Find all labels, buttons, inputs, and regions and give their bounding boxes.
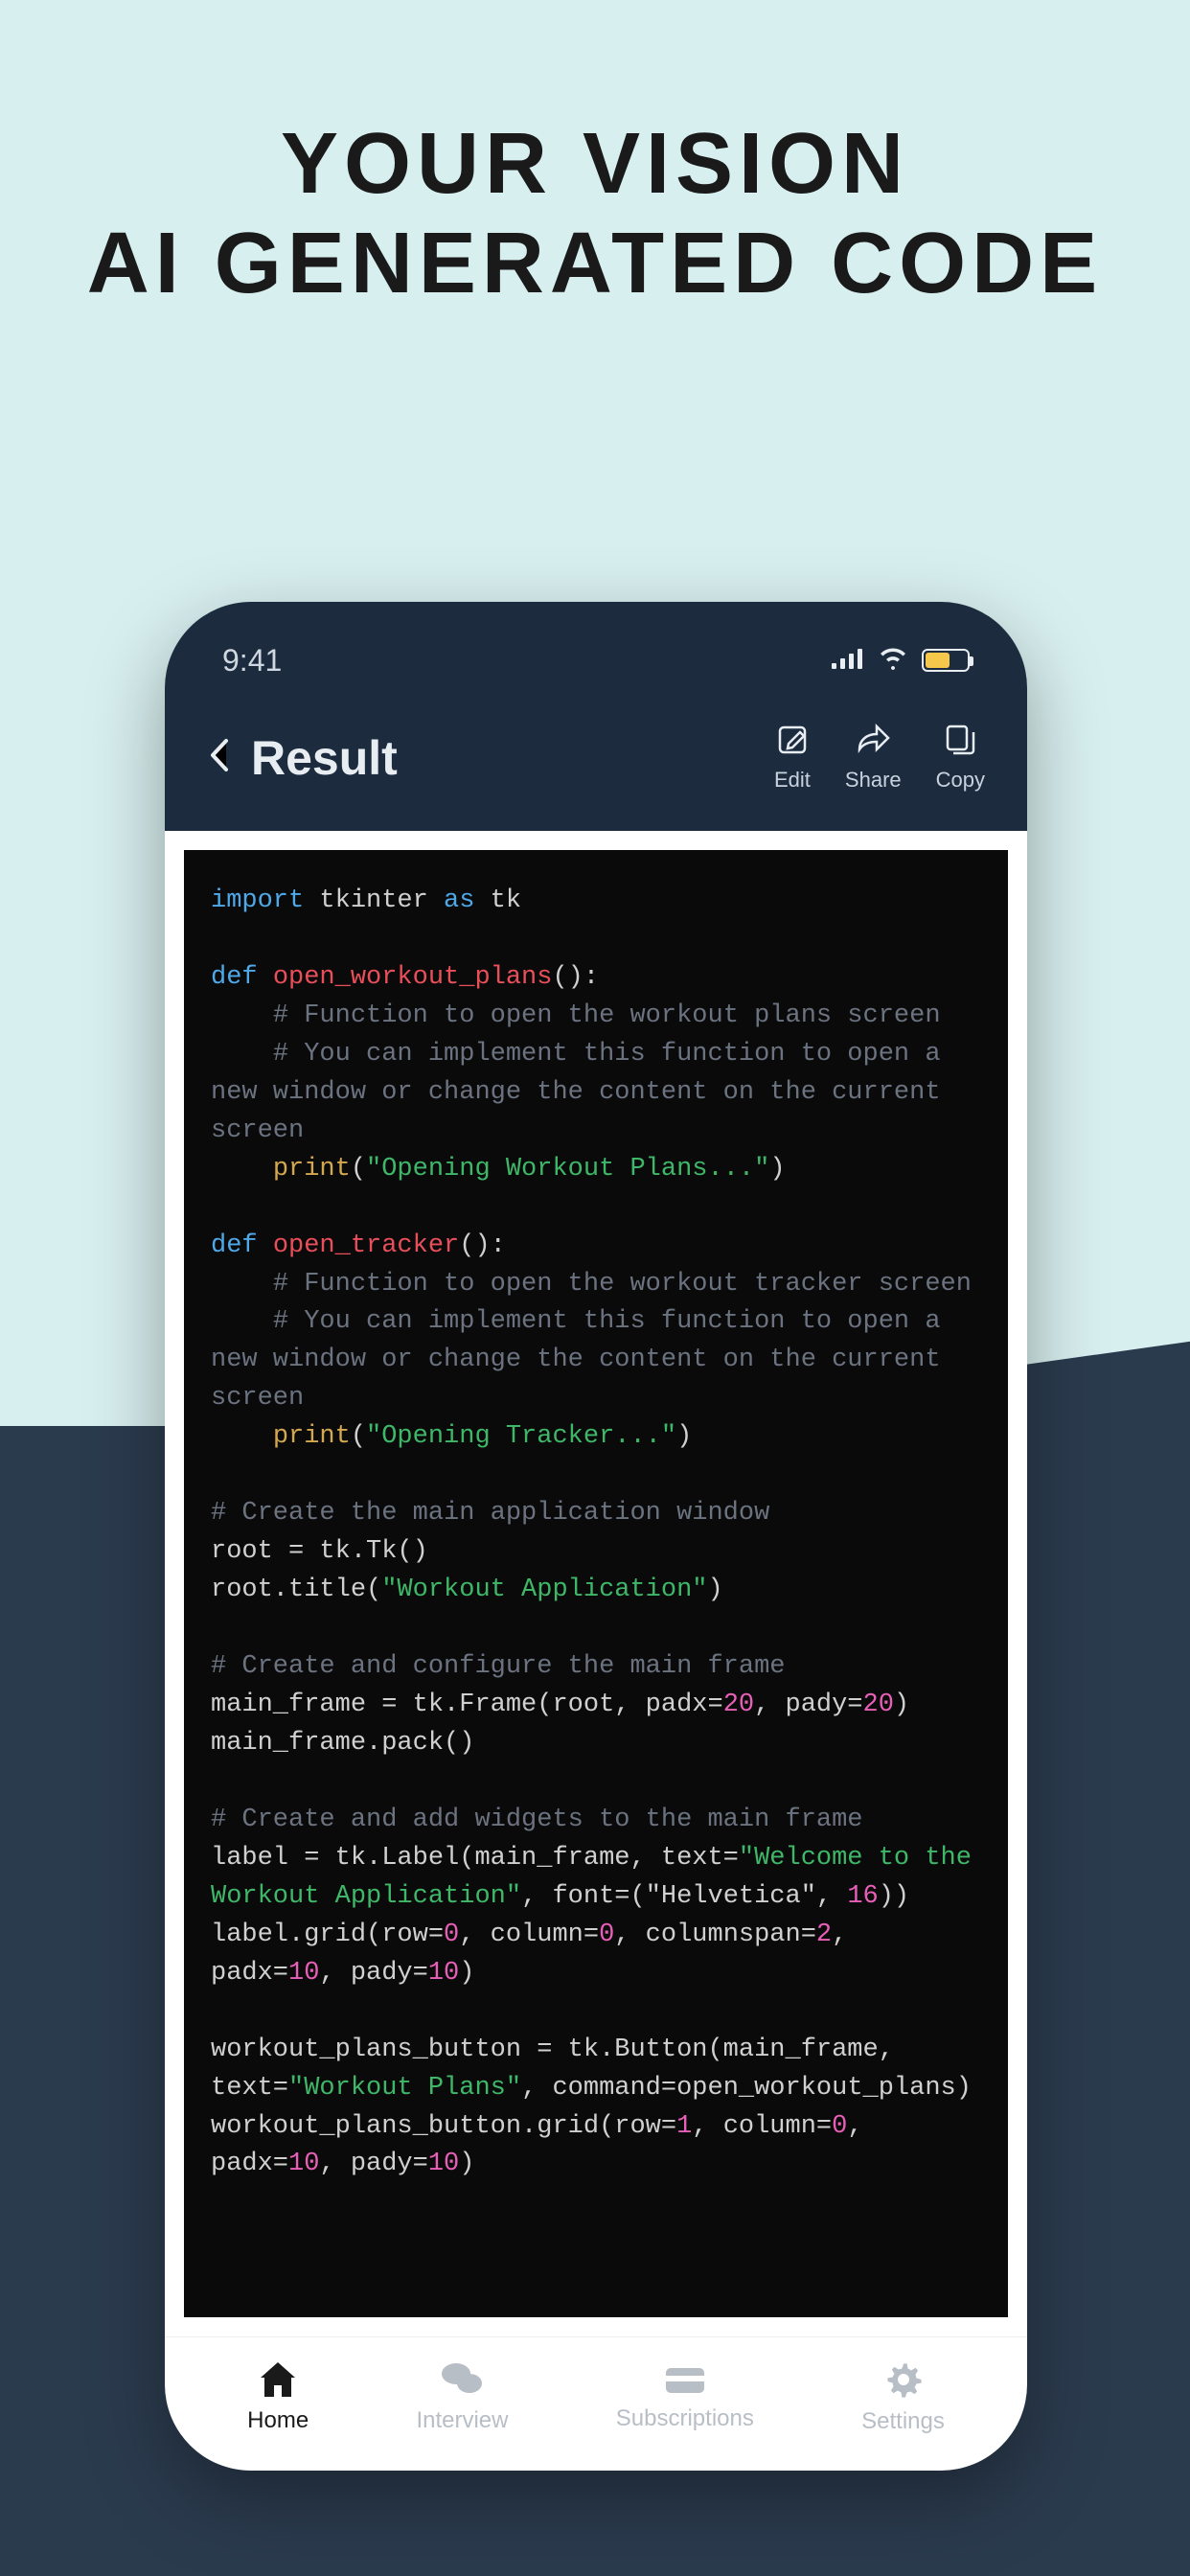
gear-icon — [883, 2359, 924, 2404]
nav-subscriptions-label: Subscriptions — [616, 2405, 754, 2432]
page-title: Result — [251, 730, 398, 786]
card-icon — [663, 2362, 707, 2402]
copy-button[interactable]: Copy — [936, 723, 985, 793]
nav-home[interactable]: Home — [247, 2360, 309, 2434]
copy-label: Copy — [936, 768, 985, 793]
signal-icon — [832, 648, 864, 674]
nav-settings[interactable]: Settings — [861, 2359, 945, 2435]
share-button[interactable]: Share — [845, 723, 902, 793]
status-bar: 9:41 — [165, 617, 1027, 703]
marketing-line-2: AI GENERATED CODE — [0, 215, 1190, 314]
code-block[interactable]: import tkinter as tk def open_workout_pl… — [184, 850, 1008, 2317]
edit-icon — [775, 723, 810, 762]
chat-icon — [439, 2360, 485, 2404]
marketing-line-1: YOUR VISION — [0, 115, 1190, 215]
edit-button[interactable]: Edit — [774, 723, 811, 793]
nav-interview-label: Interview — [416, 2407, 508, 2434]
battery-icon — [922, 649, 970, 672]
nav-interview[interactable]: Interview — [416, 2360, 508, 2434]
status-time: 9:41 — [222, 643, 282, 678]
nav-settings-label: Settings — [861, 2408, 945, 2435]
home-icon — [257, 2360, 299, 2404]
header-actions: Edit Share Copy — [774, 723, 985, 793]
share-label: Share — [845, 768, 902, 793]
back-button[interactable]: Result — [207, 730, 398, 786]
status-icons — [832, 647, 970, 675]
share-icon — [854, 723, 892, 762]
nav-subscriptions[interactable]: Subscriptions — [616, 2362, 754, 2432]
nav-home-label: Home — [247, 2407, 309, 2434]
marketing-headline: YOUR VISION AI GENERATED CODE — [0, 115, 1190, 313]
chevron-left-icon — [207, 737, 230, 778]
bottom-nav: Home Interview Subscriptions Settings — [165, 2336, 1027, 2471]
edit-label: Edit — [774, 768, 811, 793]
content-area: import tkinter as tk def open_workout_pl… — [165, 831, 1027, 2336]
app-header: Result Edit Share Copy — [165, 703, 1027, 831]
wifi-icon — [878, 647, 908, 675]
copy-icon — [944, 723, 976, 762]
phone-frame: 9:41 Result Edit — [165, 602, 1027, 2471]
